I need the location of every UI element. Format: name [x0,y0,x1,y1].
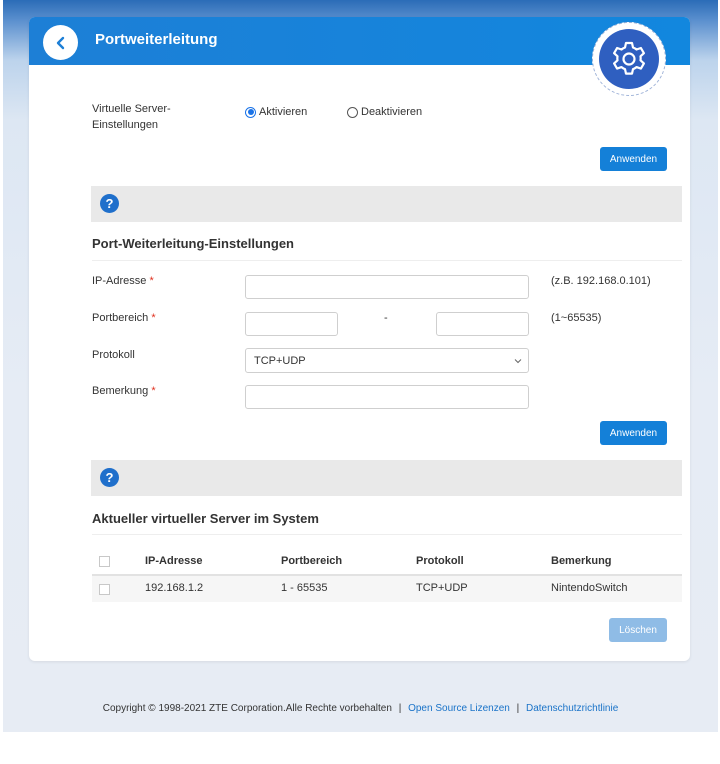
port-range-label: Portbereich * [92,312,156,324]
protocol-label: Protokoll [92,349,135,361]
ip-label: IP-Adresse * [92,275,154,287]
radio-deactivate[interactable]: Deaktivieren [347,106,422,118]
settings-badge [592,22,666,96]
ip-hint: (z.B. 192.168.0.101) [551,275,651,287]
protocol-select[interactable]: TCP+UDP [245,348,529,373]
port-separator: - [384,312,388,324]
radio-dot-unchecked [347,106,358,118]
row-protocol: TCP+UDP [416,582,468,594]
row-ports: 1 - 65535 [281,582,328,594]
protocol-selected-value: TCP+UDP [254,354,306,367]
help-bar: ? [91,186,682,222]
remark-input[interactable] [245,385,529,409]
divider [92,534,682,535]
table-row[interactable]: 192.168.1.2 1 - 65535 TCP+UDP NintendoSw… [92,576,682,602]
column-header-ip: IP-Adresse [145,555,203,567]
chevron-down-icon [514,359,522,364]
open-source-link[interactable]: Open Source Lizenzen [408,703,510,714]
select-all-checkbox[interactable] [99,556,110,567]
row-checkbox[interactable] [99,584,110,595]
port-end-input[interactable] [436,312,529,336]
privacy-link[interactable]: Datenschutzrichtlinie [526,703,618,714]
radio-dot-checked [245,106,256,118]
page-title: Portweiterleitung [95,31,218,48]
port-hint: (1~65535) [551,312,602,324]
help-icon[interactable]: ? [100,194,119,213]
column-header-remark: Bemerkung [551,555,612,567]
port-start-input[interactable] [245,312,338,336]
virtual-server-label: Virtuelle Server-Einstellungen [92,103,171,131]
apply-port-forwarding-button[interactable]: Anwenden [600,421,667,445]
section-title-current-servers: Aktueller virtueller Server im System [92,511,319,526]
help-icon[interactable]: ? [100,468,119,487]
page-background: Portweiterleitung Virtuelle Server-Einst… [3,0,718,732]
gear-icon [613,41,645,75]
ip-address-input[interactable] [245,275,529,299]
settings-card: Portweiterleitung Virtuelle Server-Einst… [29,17,690,661]
radio-activate[interactable]: Aktivieren [245,106,307,118]
divider [92,260,682,261]
row-remark: NintendoSwitch [551,582,628,594]
help-bar: ? [91,460,682,496]
section-title-port-forwarding: Port-Weiterleitung-Einstellungen [92,236,294,251]
footer: Copyright © 1998-2021 ZTE Corporation.Al… [102,703,619,714]
chevron-left-icon [56,36,64,49]
card-header: Portweiterleitung [29,17,690,65]
apply-virtual-server-button[interactable]: Anwenden [600,147,667,171]
remark-label: Bemerkung * [92,385,156,397]
column-header-protocol: Protokoll [416,555,464,567]
delete-button[interactable]: Löschen [609,618,667,642]
row-ip: 192.168.1.2 [145,582,204,594]
column-header-ports: Portbereich [281,555,343,567]
copyright-text: Copyright © 1998-2021 ZTE Corporation.Al… [102,703,392,714]
back-button[interactable] [43,25,78,60]
